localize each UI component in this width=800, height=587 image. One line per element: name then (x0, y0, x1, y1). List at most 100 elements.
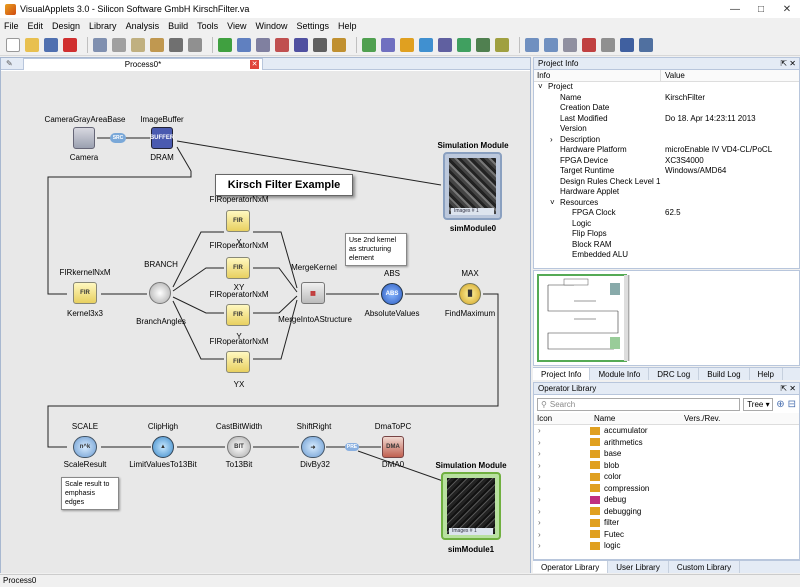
project-info-row[interactable]: Version (534, 124, 799, 135)
project-info-row[interactable]: Design Rules Check Level 1 (534, 177, 799, 188)
project-info-row[interactable]: Name KirschFilter (534, 93, 799, 104)
project-info-row[interactable]: Embedded ALU (534, 250, 799, 261)
max-icon[interactable]: █ (459, 283, 481, 305)
maximize-button[interactable]: □ (748, 0, 774, 18)
dma-icon[interactable]: DMA (382, 436, 404, 458)
value-column-header[interactable]: Value (661, 70, 685, 81)
cast-icon[interactable]: BIT (227, 436, 251, 458)
properties-icon[interactable] (639, 37, 653, 52)
resource-icon[interactable] (476, 37, 490, 52)
tab-process0[interactable]: Process0* ✕ (23, 58, 263, 70)
library-item[interactable]: › logic (534, 540, 799, 552)
chevron-right-icon[interactable]: › (534, 437, 546, 449)
chevron-right-icon[interactable]: › (534, 448, 546, 460)
build-icon[interactable] (218, 37, 232, 52)
camera-icon[interactable] (73, 127, 95, 149)
fir-y-icon[interactable]: FIR (226, 304, 250, 326)
menu-edit[interactable]: Edit (28, 21, 44, 31)
chevron-right-icon[interactable]: › (534, 506, 546, 518)
version-column-header[interactable]: Vers./Rev. (684, 413, 720, 424)
fir-x-icon[interactable]: FIR (226, 210, 250, 232)
library-item[interactable]: › accumulator (534, 425, 799, 437)
chart-icon[interactable] (620, 37, 634, 52)
fir-yx-icon[interactable]: FIR (226, 351, 250, 373)
merge-icon[interactable]: ▦ (301, 282, 325, 304)
project-info-row[interactable]: Hardware Platform microEnable IV VD4-CL/P… (534, 145, 799, 156)
library-item[interactable]: › base (534, 448, 799, 460)
overview-minimap[interactable] (534, 271, 799, 365)
sync-icon[interactable] (256, 37, 270, 52)
cut-icon[interactable] (112, 37, 126, 52)
check-icon[interactable] (362, 37, 376, 52)
project-info-row[interactable]: ˅ Project (534, 82, 799, 93)
close-tab-icon[interactable]: ✕ (250, 60, 259, 69)
project-info-row[interactable]: Flip Flops (534, 229, 799, 240)
kernel-icon[interactable]: FIR (73, 282, 97, 304)
project-info-row[interactable]: Last Modified Do 18. Apr 14:23:11 2013 (534, 114, 799, 125)
menu-window[interactable]: Window (255, 21, 287, 31)
info-column-header[interactable]: Info (534, 70, 661, 81)
zoom-in-icon[interactable] (525, 37, 539, 52)
project-info-row[interactable]: Hardware Applet (534, 187, 799, 198)
name-column-header[interactable]: Name (594, 413, 684, 424)
open-folder-icon[interactable] (25, 37, 39, 52)
project-info-row[interactable]: Creation Date (534, 103, 799, 114)
pin-icon[interactable]: ✎ (6, 59, 16, 69)
design-canvas[interactable]: Kirsch Filter Example CameraGrayAreaBase… (1, 71, 530, 573)
paste-icon[interactable] (150, 37, 164, 52)
expand-icon[interactable]: ⊟ (788, 399, 796, 410)
close-window-button[interactable]: ✕ (774, 0, 800, 18)
project-info-row[interactable]: ˅ Resources (534, 198, 799, 209)
menu-file[interactable]: File (4, 21, 19, 31)
library-search-input[interactable]: ⚲ Search (537, 397, 741, 411)
project-info-row[interactable]: Block RAM (534, 240, 799, 251)
menu-tools[interactable]: Tools (197, 21, 218, 31)
abs-icon[interactable]: ABS (381, 283, 403, 305)
chevron-down-icon[interactable]: ˅ (550, 198, 560, 209)
close-file-icon[interactable] (63, 37, 77, 52)
chevron-right-icon[interactable]: › (550, 135, 560, 146)
dma-icon[interactable] (275, 37, 289, 52)
branch-icon[interactable] (149, 282, 171, 304)
menu-help[interactable]: Help (338, 21, 357, 31)
simulation-module-1[interactable]: Images # 1 (441, 472, 501, 540)
chevron-right-icon[interactable]: › (534, 540, 546, 552)
tab-module-info[interactable]: Module Info (590, 368, 650, 380)
scale-icon[interactable]: n^k (73, 436, 97, 458)
chevron-down-icon[interactable]: ˅ (538, 82, 548, 93)
run-icon[interactable] (419, 37, 433, 52)
project-info-row[interactable]: FPGA Clock 62.5 (534, 208, 799, 219)
applet-icon[interactable] (495, 37, 509, 52)
library-item[interactable]: › color (534, 471, 799, 483)
copy-icon[interactable] (131, 37, 145, 52)
menu-build[interactable]: Build (168, 21, 188, 31)
tab-operator-library[interactable]: Operator Library (533, 561, 609, 573)
lock-icon[interactable] (332, 37, 346, 52)
grid-icon[interactable] (601, 37, 615, 52)
delete-icon[interactable] (169, 37, 183, 52)
tab-help[interactable]: Help (750, 368, 783, 380)
library-item[interactable]: › blob (534, 460, 799, 472)
library-item[interactable]: › debug (534, 494, 799, 506)
tab-project-info[interactable]: Project Info (533, 368, 591, 380)
chevron-right-icon[interactable]: › (534, 494, 546, 506)
menu-design[interactable]: Design (52, 21, 80, 31)
move-icon[interactable] (93, 37, 107, 52)
menu-settings[interactable]: Settings (296, 21, 329, 31)
zoom-in-icon[interactable]: ⊕ (776, 399, 784, 410)
shift-icon[interactable]: ➜ (301, 436, 325, 458)
view-mode-select[interactable]: Tree ▾ (743, 397, 774, 411)
chevron-right-icon[interactable]: › (534, 460, 546, 472)
clip-icon[interactable]: ▲ (152, 436, 174, 458)
tab-user-library[interactable]: User Library (608, 561, 669, 573)
flash-icon[interactable] (400, 37, 414, 52)
tab-drc-log[interactable]: DRC Log (649, 368, 700, 380)
chevron-right-icon[interactable]: › (534, 517, 546, 529)
save-icon[interactable] (44, 37, 58, 52)
stop-icon[interactable] (582, 37, 596, 52)
zoom-fit-icon[interactable] (563, 37, 577, 52)
menu-view[interactable]: View (227, 21, 246, 31)
tab-build-log[interactable]: Build Log (699, 368, 750, 380)
probe-icon[interactable] (438, 37, 452, 52)
new-file-icon[interactable] (6, 37, 20, 52)
